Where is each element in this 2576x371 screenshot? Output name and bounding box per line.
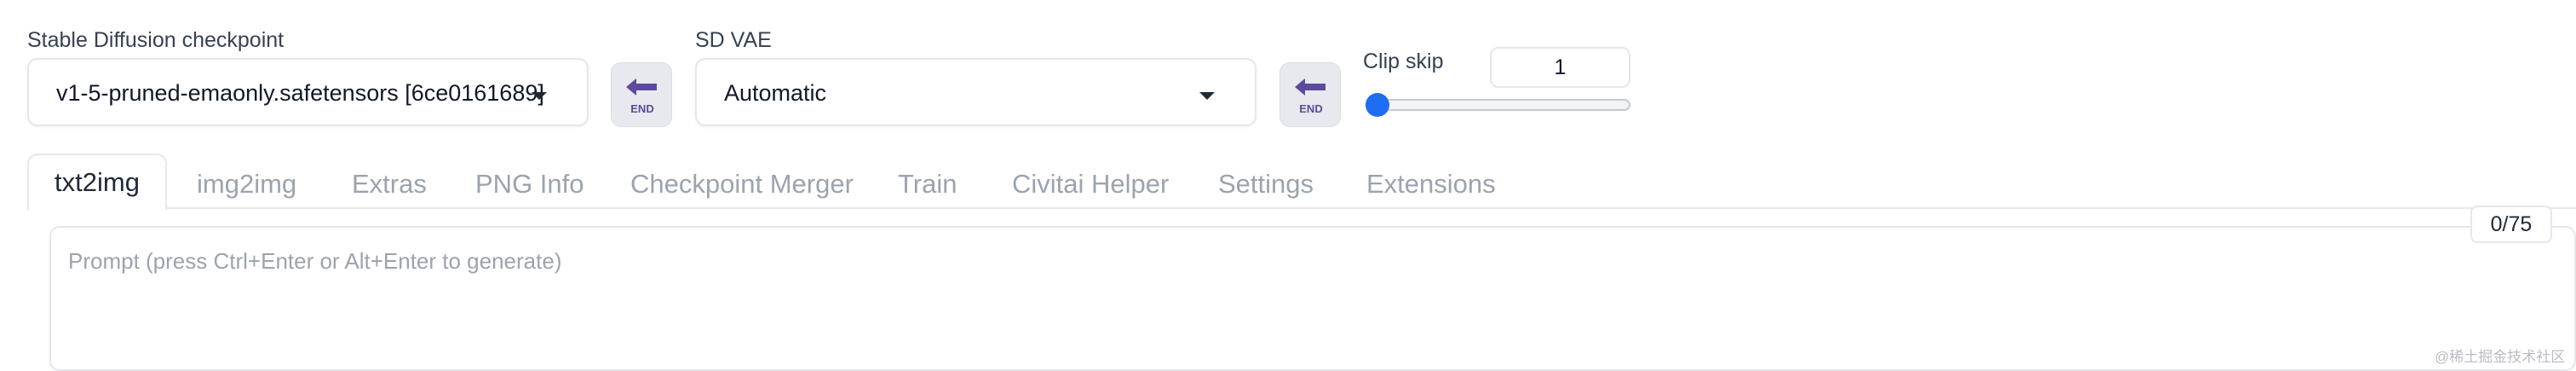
clip-skip-slider-thumb[interactable] <box>1366 93 1389 117</box>
refresh-end-icon: END <box>626 78 657 115</box>
tab-txt2img[interactable]: txt2img <box>27 154 167 211</box>
tab-img2img[interactable]: img2img <box>197 169 296 200</box>
tab-settings[interactable]: Settings <box>1218 169 1314 200</box>
watermark: @稀土掘金技术社区 <box>2435 349 2566 365</box>
clip-skip-label: Clip skip <box>1363 49 1444 73</box>
tab-train[interactable]: Train <box>898 169 957 200</box>
chevron-down-icon <box>1199 92 1215 100</box>
checkpoint-dropdown[interactable]: v1-5-pruned-emaonly.safetensors [6ce0161… <box>27 58 589 126</box>
clip-skip-input[interactable]: 1 <box>1490 47 1630 88</box>
token-counter: 0/75 <box>2470 206 2552 243</box>
vae-value: Automatic <box>724 80 827 106</box>
prompt-placeholder: Prompt (press Ctrl+Enter or Alt+Enter to… <box>68 248 562 274</box>
prompt-textarea[interactable]: Prompt (press Ctrl+Enter or Alt+Enter to… <box>49 226 2576 371</box>
checkpoint-label: Stable Diffusion checkpoint <box>27 28 285 52</box>
vae-dropdown[interactable]: Automatic <box>695 58 1256 126</box>
chevron-down-icon <box>532 92 547 100</box>
refresh-checkpoint-button[interactable]: END <box>611 62 672 127</box>
refresh-vae-button[interactable]: END <box>1279 62 1341 127</box>
clip-skip-slider[interactable] <box>1366 99 1630 111</box>
refresh-end-icon: END <box>1295 78 1325 115</box>
checkpoint-value: v1-5-pruned-emaonly.safetensors [6ce0161… <box>56 80 544 106</box>
tab-png-info[interactable]: PNG Info <box>475 169 584 200</box>
tab-extras[interactable]: Extras <box>352 169 427 200</box>
tab-checkpoint-merger[interactable]: Checkpoint Merger <box>630 169 854 200</box>
svg-text:END: END <box>630 102 653 115</box>
tab-civitai-helper[interactable]: Civitai Helper <box>1012 169 1169 200</box>
tab-extensions[interactable]: Extensions <box>1366 169 1496 200</box>
svg-text:END: END <box>1299 102 1322 115</box>
tabs-divider <box>27 207 2576 209</box>
vae-label: SD VAE <box>695 28 772 52</box>
